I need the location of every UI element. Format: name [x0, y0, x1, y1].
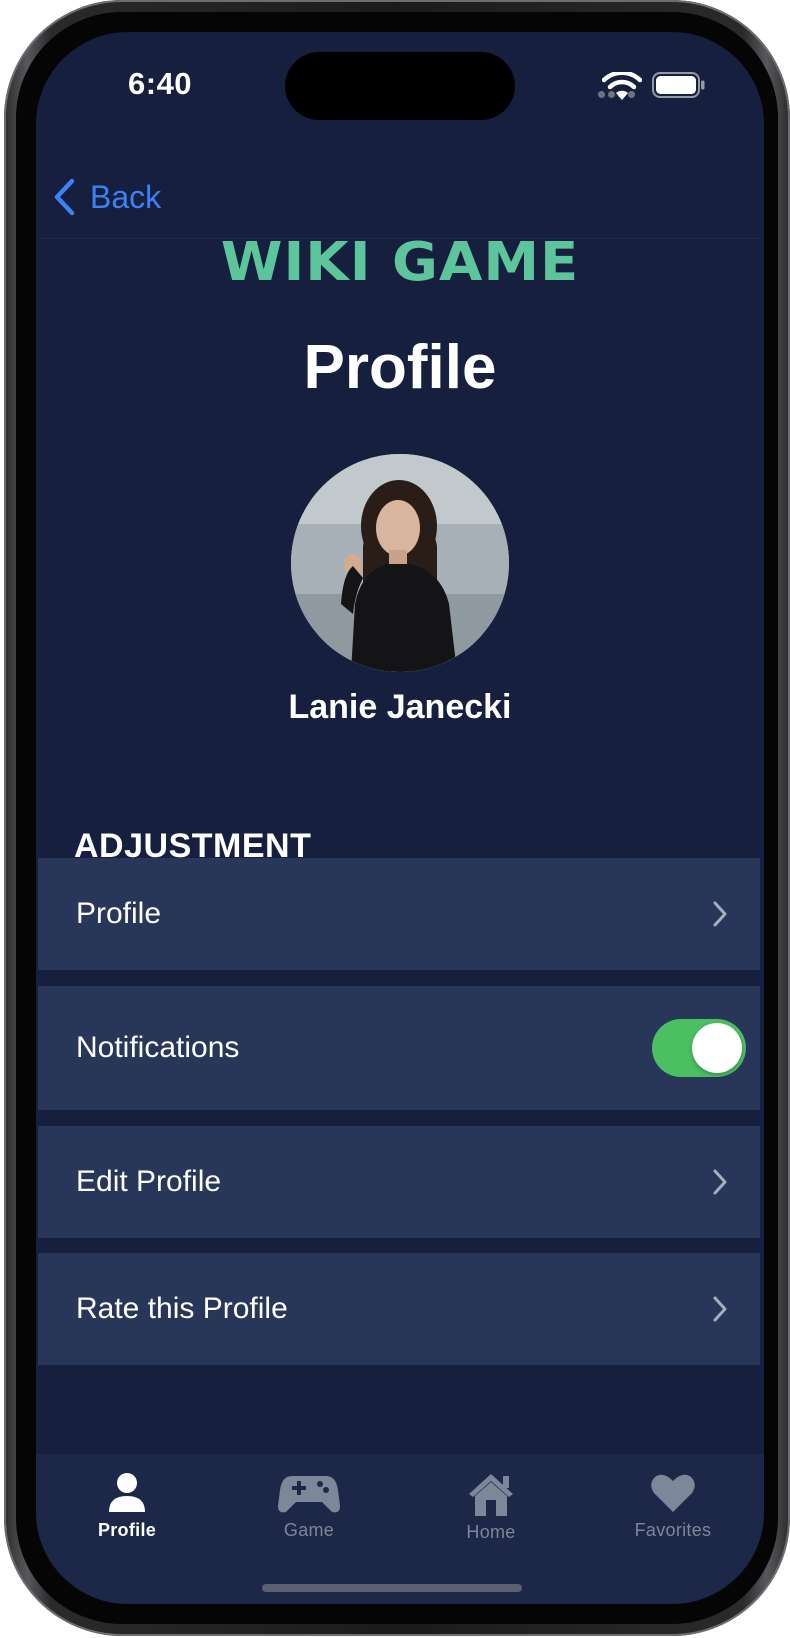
settings-row-rate-profile[interactable]: Rate this Profile	[38, 1253, 760, 1365]
chevron-left-icon	[54, 178, 75, 216]
phone-frame: 6:40 Back WIKI GAME Profile Lanie Janeck…	[4, 0, 790, 1636]
back-label: Back	[90, 178, 162, 215]
settings-row-notifications[interactable]: Notifications	[38, 986, 760, 1110]
tab-home[interactable]: Home	[400, 1454, 582, 1564]
back-button[interactable]: Back	[52, 178, 161, 216]
battery-icon	[652, 72, 705, 98]
settings-row-edit-profile[interactable]: Edit Profile	[38, 1126, 760, 1238]
avatar	[291, 454, 509, 672]
avatar-photo	[291, 454, 509, 672]
chevron-right-icon	[713, 901, 727, 927]
tab-label: Favorites	[634, 1520, 712, 1540]
wifi-icon	[602, 72, 642, 100]
tab-label: Profile	[97, 1520, 157, 1540]
page-title: Profile	[303, 333, 497, 402]
tab-bar: Profile Game Home Favorites	[36, 1454, 764, 1604]
row-label: Profile	[76, 897, 162, 930]
tab-profile[interactable]: Profile	[36, 1454, 218, 1564]
tab-game[interactable]: Game	[218, 1454, 400, 1564]
status-time: 6:40	[128, 66, 193, 101]
home-indicator	[262, 1584, 522, 1592]
dynamic-island	[285, 52, 515, 120]
settings-row-profile[interactable]: Profile	[38, 858, 760, 970]
navigation-bar: Back	[36, 142, 764, 239]
person-icon	[109, 1473, 145, 1512]
row-label: Rate this Profile	[76, 1292, 288, 1325]
app-logo: WIKI GAME	[220, 231, 580, 294]
row-label: Notifications	[76, 1031, 240, 1064]
chevron-right-icon	[713, 1169, 727, 1195]
tab-favorites[interactable]: Favorites	[582, 1454, 764, 1564]
row-label: Edit Profile	[76, 1165, 222, 1198]
user-name: Lanie Janecki	[288, 688, 512, 726]
chevron-right-icon	[713, 1296, 727, 1322]
tab-label: Game	[283, 1520, 335, 1540]
tab-label: Home	[466, 1522, 516, 1542]
notifications-toggle[interactable]	[652, 1019, 746, 1077]
gamepad-icon	[278, 1476, 340, 1513]
heart-icon	[651, 1474, 695, 1512]
toggle-knob	[692, 1023, 742, 1073]
app-screen: 6:40 Back WIKI GAME Profile Lanie Janeck…	[36, 32, 764, 1604]
house-icon	[469, 1474, 513, 1516]
